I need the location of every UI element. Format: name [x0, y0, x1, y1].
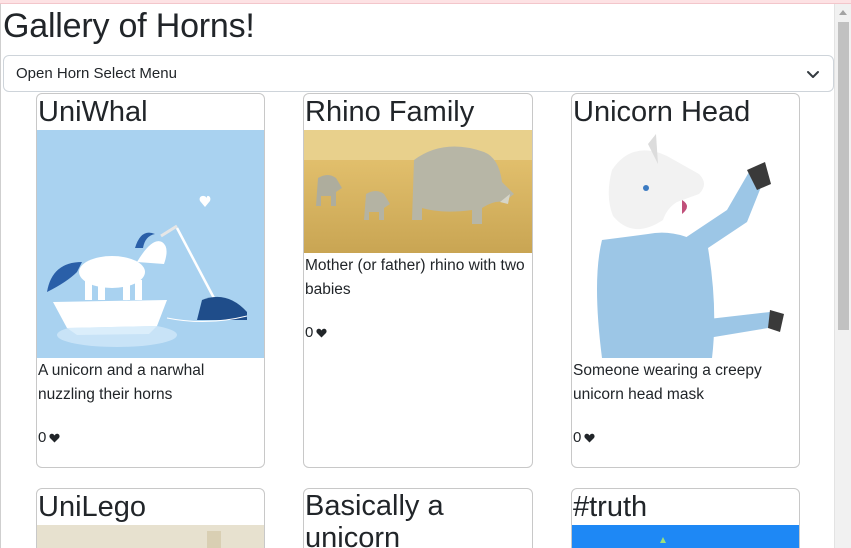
horn-card-rhino-family[interactable]: Rhino Family Mother (or father) rhino wi… — [303, 93, 533, 468]
chevron-down-icon — [807, 71, 819, 78]
like-count-value: 0 — [38, 429, 47, 446]
horn-card-uniwhal[interactable]: UniWhal A unicorn and a narwhal nuzzling… — [36, 93, 265, 468]
card-title: Rhino Family — [305, 96, 475, 128]
horn-card-truth[interactable]: #truth — [571, 488, 800, 548]
horn-card-unicorn-head[interactable]: Unicorn Head Someone wearing a creepy un… — [571, 93, 800, 468]
heart-icon — [584, 433, 595, 443]
card-title: Unicorn Head — [573, 96, 751, 128]
like-count[interactable]: 0 — [572, 429, 799, 446]
card-title: #truth — [573, 491, 648, 523]
like-count[interactable]: 0 — [37, 429, 264, 446]
horn-select-menu[interactable]: Open Horn Select Menu — [3, 55, 834, 92]
horn-card-basically-a-unicorn[interactable]: Basically a unicorn — [303, 488, 533, 548]
horn-select-label: Open Horn Select Menu — [16, 65, 177, 82]
card-description: Someone wearing a creepy unicorn head ma… — [573, 362, 762, 403]
card-image-uniwhal[interactable] — [37, 130, 264, 358]
window-edge — [0, 4, 1, 548]
card-description: A unicorn and a narwhal nuzzling their h… — [38, 362, 205, 403]
horn-card-unilego[interactable]: UniLego — [36, 488, 265, 548]
card-title: Basically a unicorn — [305, 490, 444, 548]
card-description: Mother (or father) rhino with two babies — [305, 257, 525, 298]
like-count-value: 0 — [305, 324, 314, 341]
card-image-rhino-family[interactable] — [304, 130, 532, 253]
card-title: UniLego — [38, 491, 147, 523]
heart-icon — [316, 328, 327, 338]
vertical-scrollbar[interactable] — [834, 4, 851, 548]
card-image-unilego[interactable] — [37, 525, 264, 548]
like-count-value: 0 — [573, 429, 582, 446]
card-image-truth[interactable] — [572, 525, 799, 548]
heart-icon — [49, 433, 60, 443]
page-title: Gallery of Horns! — [3, 7, 255, 45]
like-count[interactable]: 0 — [304, 324, 532, 341]
scroll-up-icon[interactable] — [839, 10, 847, 15]
scrollbar-thumb[interactable] — [838, 22, 849, 330]
card-title: UniWhal — [38, 96, 148, 128]
card-image-unicorn-head[interactable] — [572, 130, 799, 358]
browser-top-strip — [0, 0, 851, 4]
